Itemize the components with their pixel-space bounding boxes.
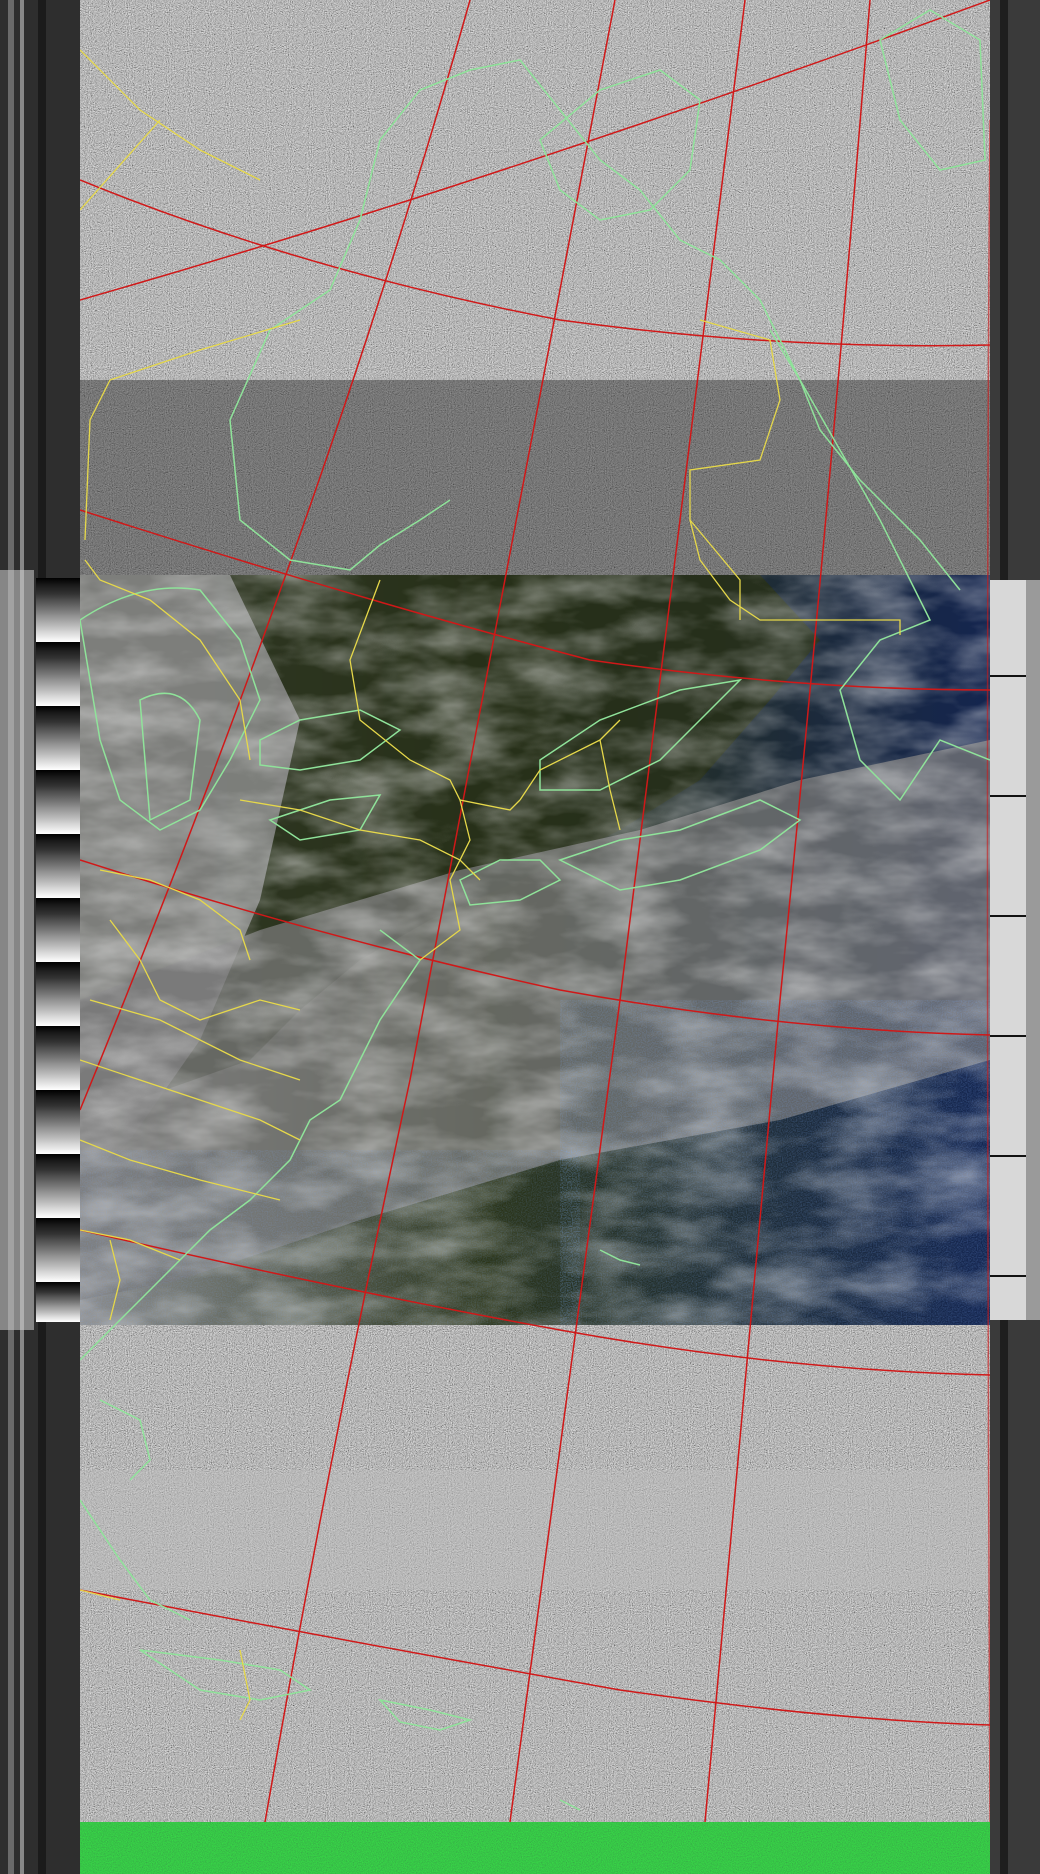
calibration-wedges: [36, 578, 80, 1322]
bottom-sync-bar: [80, 1822, 990, 1874]
satellite-map-image: [0, 0, 1040, 1874]
right-telemetry-strip: [990, 0, 1040, 1874]
left-telemetry-strip: [0, 0, 80, 1874]
